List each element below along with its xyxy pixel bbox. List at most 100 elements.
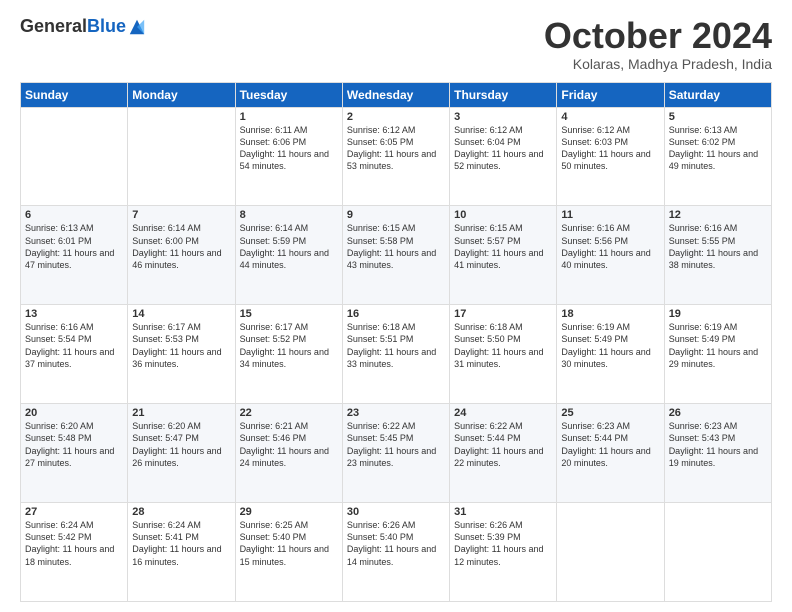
cell-content: Sunrise: 6:20 AMSunset: 5:48 PMDaylight:… (25, 420, 123, 469)
cell-content: Sunrise: 6:12 AMSunset: 6:05 PMDaylight:… (347, 124, 445, 173)
day-number: 21 (132, 407, 230, 419)
calendar-cell: 14Sunrise: 6:17 AMSunset: 5:53 PMDayligh… (128, 305, 235, 404)
day-number: 23 (347, 407, 445, 419)
calendar-cell: 8Sunrise: 6:14 AMSunset: 5:59 PMDaylight… (235, 206, 342, 305)
header: GeneralBlue October 2024 Kolaras, Madhya… (20, 16, 772, 72)
cell-content: Sunrise: 6:16 AMSunset: 5:56 PMDaylight:… (561, 222, 659, 271)
calendar-week-5: 27Sunrise: 6:24 AMSunset: 5:42 PMDayligh… (21, 503, 772, 602)
calendar-cell: 23Sunrise: 6:22 AMSunset: 5:45 PMDayligh… (342, 404, 449, 503)
calendar-week-4: 20Sunrise: 6:20 AMSunset: 5:48 PMDayligh… (21, 404, 772, 503)
calendar-cell: 30Sunrise: 6:26 AMSunset: 5:40 PMDayligh… (342, 503, 449, 602)
day-number: 31 (454, 506, 552, 518)
day-number: 14 (132, 308, 230, 320)
cell-content: Sunrise: 6:15 AMSunset: 5:58 PMDaylight:… (347, 222, 445, 271)
day-number: 7 (132, 209, 230, 221)
col-header-saturday: Saturday (664, 82, 771, 107)
calendar-cell: 19Sunrise: 6:19 AMSunset: 5:49 PMDayligh… (664, 305, 771, 404)
logo-icon (128, 18, 146, 36)
calendar-cell: 31Sunrise: 6:26 AMSunset: 5:39 PMDayligh… (450, 503, 557, 602)
day-number: 22 (240, 407, 338, 419)
day-number: 25 (561, 407, 659, 419)
cell-content: Sunrise: 6:24 AMSunset: 5:41 PMDaylight:… (132, 519, 230, 568)
calendar-cell: 15Sunrise: 6:17 AMSunset: 5:52 PMDayligh… (235, 305, 342, 404)
cell-content: Sunrise: 6:16 AMSunset: 5:54 PMDaylight:… (25, 321, 123, 370)
cell-content: Sunrise: 6:19 AMSunset: 5:49 PMDaylight:… (561, 321, 659, 370)
subtitle: Kolaras, Madhya Pradesh, India (544, 56, 772, 72)
day-number: 12 (669, 209, 767, 221)
calendar-cell: 16Sunrise: 6:18 AMSunset: 5:51 PMDayligh… (342, 305, 449, 404)
day-number: 15 (240, 308, 338, 320)
cell-content: Sunrise: 6:18 AMSunset: 5:51 PMDaylight:… (347, 321, 445, 370)
page: GeneralBlue October 2024 Kolaras, Madhya… (0, 0, 792, 612)
calendar-cell: 18Sunrise: 6:19 AMSunset: 5:49 PMDayligh… (557, 305, 664, 404)
calendar-cell: 4Sunrise: 6:12 AMSunset: 6:03 PMDaylight… (557, 107, 664, 206)
col-header-wednesday: Wednesday (342, 82, 449, 107)
title-block: October 2024 Kolaras, Madhya Pradesh, In… (544, 16, 772, 72)
day-number: 2 (347, 111, 445, 123)
cell-content: Sunrise: 6:14 AMSunset: 5:59 PMDaylight:… (240, 222, 338, 271)
day-number: 13 (25, 308, 123, 320)
day-number: 9 (347, 209, 445, 221)
cell-content: Sunrise: 6:20 AMSunset: 5:47 PMDaylight:… (132, 420, 230, 469)
month-title: October 2024 (544, 16, 772, 56)
cell-content: Sunrise: 6:12 AMSunset: 6:04 PMDaylight:… (454, 124, 552, 173)
logo: GeneralBlue (20, 16, 146, 37)
day-number: 16 (347, 308, 445, 320)
cell-content: Sunrise: 6:23 AMSunset: 5:43 PMDaylight:… (669, 420, 767, 469)
calendar-cell (21, 107, 128, 206)
calendar-cell: 2Sunrise: 6:12 AMSunset: 6:05 PMDaylight… (342, 107, 449, 206)
cell-content: Sunrise: 6:17 AMSunset: 5:52 PMDaylight:… (240, 321, 338, 370)
cell-content: Sunrise: 6:22 AMSunset: 5:45 PMDaylight:… (347, 420, 445, 469)
day-number: 4 (561, 111, 659, 123)
day-number: 20 (25, 407, 123, 419)
cell-content: Sunrise: 6:14 AMSunset: 6:00 PMDaylight:… (132, 222, 230, 271)
day-number: 1 (240, 111, 338, 123)
col-header-tuesday: Tuesday (235, 82, 342, 107)
calendar-cell (664, 503, 771, 602)
cell-content: Sunrise: 6:15 AMSunset: 5:57 PMDaylight:… (454, 222, 552, 271)
calendar-cell (128, 107, 235, 206)
day-number: 19 (669, 308, 767, 320)
cell-content: Sunrise: 6:24 AMSunset: 5:42 PMDaylight:… (25, 519, 123, 568)
day-number: 24 (454, 407, 552, 419)
day-number: 28 (132, 506, 230, 518)
cell-content: Sunrise: 6:12 AMSunset: 6:03 PMDaylight:… (561, 124, 659, 173)
col-header-thursday: Thursday (450, 82, 557, 107)
calendar-cell: 5Sunrise: 6:13 AMSunset: 6:02 PMDaylight… (664, 107, 771, 206)
calendar-header-row: SundayMondayTuesdayWednesdayThursdayFrid… (21, 82, 772, 107)
cell-content: Sunrise: 6:11 AMSunset: 6:06 PMDaylight:… (240, 124, 338, 173)
calendar-cell: 3Sunrise: 6:12 AMSunset: 6:04 PMDaylight… (450, 107, 557, 206)
day-number: 26 (669, 407, 767, 419)
calendar-week-2: 6Sunrise: 6:13 AMSunset: 6:01 PMDaylight… (21, 206, 772, 305)
col-header-sunday: Sunday (21, 82, 128, 107)
day-number: 3 (454, 111, 552, 123)
day-number: 17 (454, 308, 552, 320)
calendar-cell: 26Sunrise: 6:23 AMSunset: 5:43 PMDayligh… (664, 404, 771, 503)
day-number: 27 (25, 506, 123, 518)
cell-content: Sunrise: 6:16 AMSunset: 5:55 PMDaylight:… (669, 222, 767, 271)
calendar-cell (557, 503, 664, 602)
cell-content: Sunrise: 6:17 AMSunset: 5:53 PMDaylight:… (132, 321, 230, 370)
calendar-cell: 10Sunrise: 6:15 AMSunset: 5:57 PMDayligh… (450, 206, 557, 305)
cell-content: Sunrise: 6:23 AMSunset: 5:44 PMDaylight:… (561, 420, 659, 469)
cell-content: Sunrise: 6:25 AMSunset: 5:40 PMDaylight:… (240, 519, 338, 568)
day-number: 8 (240, 209, 338, 221)
col-header-friday: Friday (557, 82, 664, 107)
calendar-week-3: 13Sunrise: 6:16 AMSunset: 5:54 PMDayligh… (21, 305, 772, 404)
calendar-cell: 29Sunrise: 6:25 AMSunset: 5:40 PMDayligh… (235, 503, 342, 602)
calendar-cell: 13Sunrise: 6:16 AMSunset: 5:54 PMDayligh… (21, 305, 128, 404)
calendar-cell: 20Sunrise: 6:20 AMSunset: 5:48 PMDayligh… (21, 404, 128, 503)
cell-content: Sunrise: 6:18 AMSunset: 5:50 PMDaylight:… (454, 321, 552, 370)
day-number: 11 (561, 209, 659, 221)
logo-general: GeneralBlue (20, 16, 126, 37)
calendar-cell: 21Sunrise: 6:20 AMSunset: 5:47 PMDayligh… (128, 404, 235, 503)
day-number: 6 (25, 209, 123, 221)
cell-content: Sunrise: 6:26 AMSunset: 5:40 PMDaylight:… (347, 519, 445, 568)
calendar-cell: 22Sunrise: 6:21 AMSunset: 5:46 PMDayligh… (235, 404, 342, 503)
calendar-cell: 7Sunrise: 6:14 AMSunset: 6:00 PMDaylight… (128, 206, 235, 305)
day-number: 5 (669, 111, 767, 123)
calendar-cell: 27Sunrise: 6:24 AMSunset: 5:42 PMDayligh… (21, 503, 128, 602)
calendar-cell: 12Sunrise: 6:16 AMSunset: 5:55 PMDayligh… (664, 206, 771, 305)
calendar-cell: 9Sunrise: 6:15 AMSunset: 5:58 PMDaylight… (342, 206, 449, 305)
col-header-monday: Monday (128, 82, 235, 107)
